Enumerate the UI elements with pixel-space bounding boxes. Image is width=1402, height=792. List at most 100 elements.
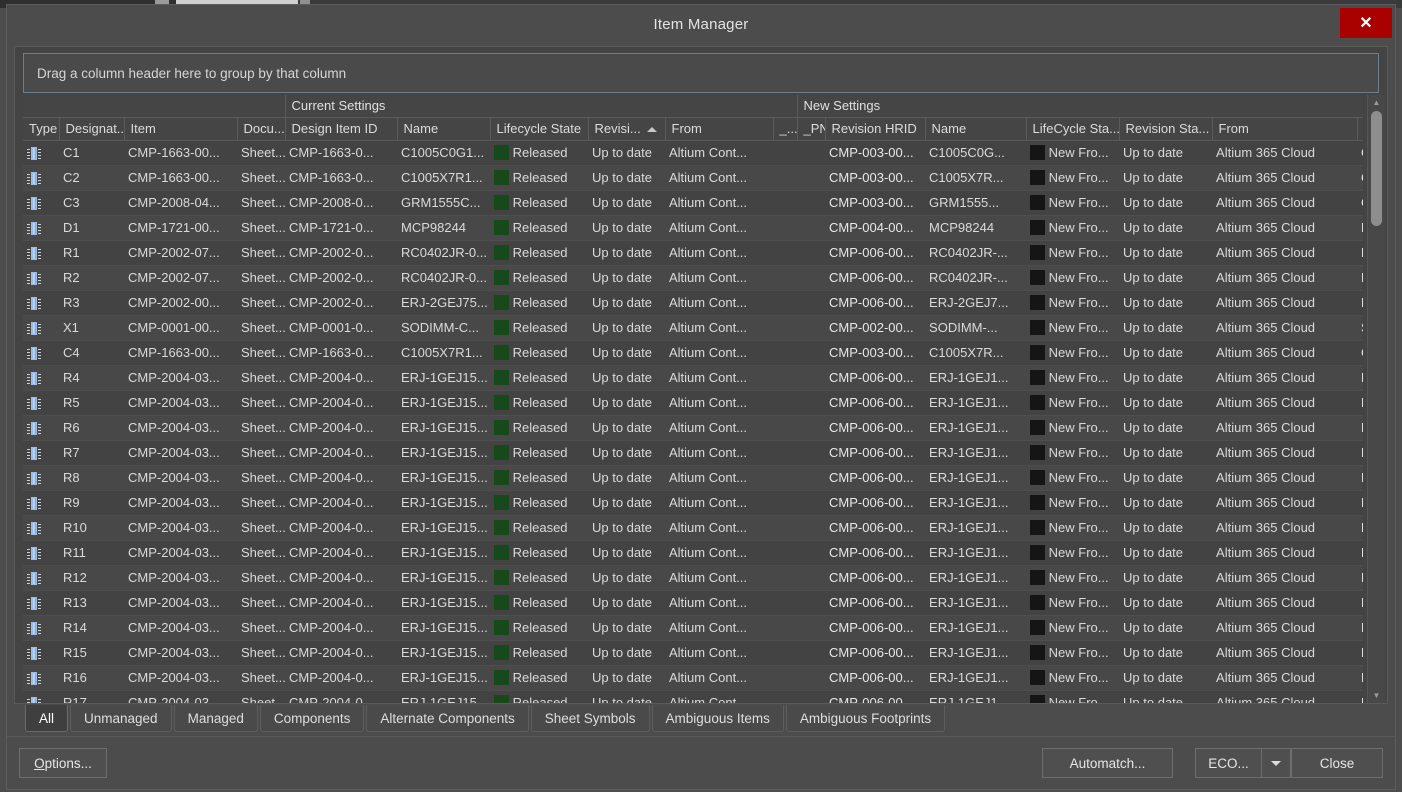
table-row[interactable]: R16CMP-2004-03...Sheet...CMP-2004-0...ER… xyxy=(23,665,1363,690)
close-button[interactable]: Close xyxy=(1291,748,1383,778)
column-header-label: Item xyxy=(131,121,156,136)
table-row[interactable]: R6CMP-2004-03...Sheet...CMP-2004-0...ERJ… xyxy=(23,415,1363,440)
cell-revision: Up to date xyxy=(588,640,665,665)
cell-item: CMP-2002-00... xyxy=(124,290,237,315)
cell-new_from: Altium 365 Cloud xyxy=(1212,290,1357,315)
cell-rev_hrid: CMP-006-00... xyxy=(825,565,925,590)
tab-sheet-symbols[interactable]: Sheet Symbols xyxy=(531,705,650,732)
column-header-pn[interactable]: _PN xyxy=(797,117,825,140)
cell-pn xyxy=(797,140,825,165)
column-header-revision[interactable]: Revisi... xyxy=(588,117,665,140)
table-row[interactable]: C1CMP-1663-00...Sheet...CMP-1663-0...C10… xyxy=(23,140,1363,165)
column-header-new_lifecycle[interactable]: LifeCycle Sta... xyxy=(1026,117,1119,140)
cell-designator: R10 xyxy=(59,515,124,540)
table-row[interactable]: R15CMP-2004-03...Sheet...CMP-2004-0...ER… xyxy=(23,640,1363,665)
tab-unmanaged[interactable]: Unmanaged xyxy=(70,705,172,732)
cell-revision: Up to date xyxy=(588,440,665,465)
eco-button[interactable]: ECO... xyxy=(1195,748,1261,778)
ic-chip-icon xyxy=(27,647,41,660)
table-row[interactable]: R7CMP-2004-03...Sheet...CMP-2004-0...ERJ… xyxy=(23,440,1363,465)
tab-managed[interactable]: Managed xyxy=(174,705,258,732)
cell-document: Sheet... xyxy=(237,315,285,340)
table-row[interactable]: R8CMP-2004-03...Sheet...CMP-2004-0...ERJ… xyxy=(23,465,1363,490)
cell-fo: RE... xyxy=(1357,515,1363,540)
scrollbar-thumb[interactable] xyxy=(1371,111,1382,226)
cell-rev_status: Up to date xyxy=(1119,415,1212,440)
lifecycle-state-swatch xyxy=(494,145,509,160)
column-header-rev_hrid[interactable]: Revision HRID xyxy=(825,117,925,140)
table-row[interactable]: C3CMP-2008-04...Sheet...CMP-2008-0...GRM… xyxy=(23,190,1363,215)
table-row[interactable]: R2CMP-2002-07...Sheet...CMP-2002-0...RC0… xyxy=(23,265,1363,290)
column-header-label: LifeCycle Sta... xyxy=(1033,121,1120,136)
eco-dropdown-button[interactable] xyxy=(1261,748,1291,778)
column-header-label: Designat... xyxy=(66,121,125,136)
table-row[interactable]: C4CMP-1663-00...Sheet...CMP-1663-0...C10… xyxy=(23,340,1363,365)
cell-lifecycle: Released xyxy=(490,640,588,665)
cell-item: CMP-2002-07... xyxy=(124,265,237,290)
column-header-rev_status[interactable]: Revision Sta... xyxy=(1119,117,1212,140)
column-header-u1[interactable]: _... xyxy=(773,117,797,140)
new-lifecycle-state-label: New Fro... xyxy=(1045,445,1109,460)
cell-rev_status: Up to date xyxy=(1119,565,1212,590)
cell-rev_hrid: CMP-006-00... xyxy=(825,390,925,415)
table-row[interactable]: R9CMP-2004-03...Sheet...CMP-2004-0...ERJ… xyxy=(23,490,1363,515)
tab-ambiguous-footprints[interactable]: Ambiguous Footprints xyxy=(786,705,945,732)
column-header-cur_from[interactable]: From xyxy=(665,117,773,140)
column-header-lifecycle[interactable]: Lifecycle State xyxy=(490,117,588,140)
lifecycle-state-swatch xyxy=(494,495,509,510)
column-header-design_item_id[interactable]: Design Item ID xyxy=(285,117,397,140)
column-header-fo[interactable]: Fo... xyxy=(1357,117,1363,140)
cell-u1 xyxy=(773,265,797,290)
column-header-new_name[interactable]: Name xyxy=(925,117,1026,140)
ic-chip-icon xyxy=(27,447,41,460)
lifecycle-state-label: Released xyxy=(509,645,568,660)
table-row[interactable]: R10CMP-2004-03...Sheet...CMP-2004-0...ER… xyxy=(23,515,1363,540)
vertical-scrollbar[interactable]: ▲ ▼ xyxy=(1367,95,1385,703)
table-row[interactable]: R12CMP-2004-03...Sheet...CMP-2004-0...ER… xyxy=(23,565,1363,590)
cell-u1 xyxy=(773,615,797,640)
table-row[interactable]: R4CMP-2004-03...Sheet...CMP-2004-0...ERJ… xyxy=(23,365,1363,390)
cell-lifecycle: Released xyxy=(490,290,588,315)
tab-all[interactable]: All xyxy=(25,705,68,732)
new-lifecycle-state-label: New Fro... xyxy=(1045,320,1109,335)
lifecycle-state-label: Released xyxy=(509,245,568,260)
options-button[interactable]: Options... xyxy=(19,748,107,778)
cell-cur_from: Altium Cont... xyxy=(665,640,773,665)
table-row[interactable]: D1CMP-1721-00...Sheet...CMP-1721-0...MCP… xyxy=(23,215,1363,240)
ic-chip-icon xyxy=(27,147,41,160)
cell-rev_status: Up to date xyxy=(1119,590,1212,615)
cell-lifecycle: Released xyxy=(490,615,588,640)
cell-new_lifecycle: New Fro... xyxy=(1026,465,1119,490)
scroll-down-arrow-icon[interactable]: ▼ xyxy=(1368,688,1385,703)
cell-type xyxy=(23,240,59,265)
column-header-designator[interactable]: Designat... xyxy=(59,117,124,140)
table-row[interactable]: C2CMP-1663-00...Sheet...CMP-1663-0...C10… xyxy=(23,165,1363,190)
automatch-button[interactable]: Automatch... xyxy=(1042,748,1173,778)
column-header-new_from[interactable]: From xyxy=(1212,117,1357,140)
table-row[interactable]: R13CMP-2004-03...Sheet...CMP-2004-0...ER… xyxy=(23,590,1363,615)
table-row[interactable]: R5CMP-2004-03...Sheet...CMP-2004-0...ERJ… xyxy=(23,390,1363,415)
table-row[interactable]: R14CMP-2004-03...Sheet...CMP-2004-0...ER… xyxy=(23,615,1363,640)
group-by-drop-area[interactable]: Drag a column header here to group by th… xyxy=(23,53,1379,93)
tab-ambiguous-items[interactable]: Ambiguous Items xyxy=(652,705,784,732)
column-header-item[interactable]: Item xyxy=(124,117,237,140)
cell-cur_from: Altium Cont... xyxy=(665,265,773,290)
table-row[interactable]: R11CMP-2004-03...Sheet...CMP-2004-0...ER… xyxy=(23,540,1363,565)
cell-cur_name: ERJ-1GEJ15... xyxy=(397,565,490,590)
scroll-up-arrow-icon[interactable]: ▲ xyxy=(1368,95,1385,110)
table-row[interactable]: R17CMP-2004-03...Sheet...CMP-2004-0...ER… xyxy=(23,690,1363,703)
table-row[interactable]: R3CMP-2002-00...Sheet...CMP-2002-0...ERJ… xyxy=(23,290,1363,315)
tab-alternate-components[interactable]: Alternate Components xyxy=(366,705,528,732)
cell-fo: RE... xyxy=(1357,390,1363,415)
column-header-cur_name[interactable]: Name xyxy=(397,117,490,140)
column-header-type[interactable]: Type xyxy=(23,117,59,140)
options-button-label: Options... xyxy=(34,756,92,771)
cell-new_lifecycle: New Fro... xyxy=(1026,590,1119,615)
column-header-document[interactable]: Docu... xyxy=(237,117,285,140)
table-row[interactable]: X1CMP-0001-00...Sheet...CMP-0001-0...SOD… xyxy=(23,315,1363,340)
table-row[interactable]: R1CMP-2002-07...Sheet...CMP-2002-0...RC0… xyxy=(23,240,1363,265)
cell-design_item_id: CMP-1663-0... xyxy=(285,165,397,190)
tab-components[interactable]: Components xyxy=(260,705,365,732)
window-close-button[interactable]: ✕ xyxy=(1340,8,1392,38)
cell-designator: R6 xyxy=(59,415,124,440)
